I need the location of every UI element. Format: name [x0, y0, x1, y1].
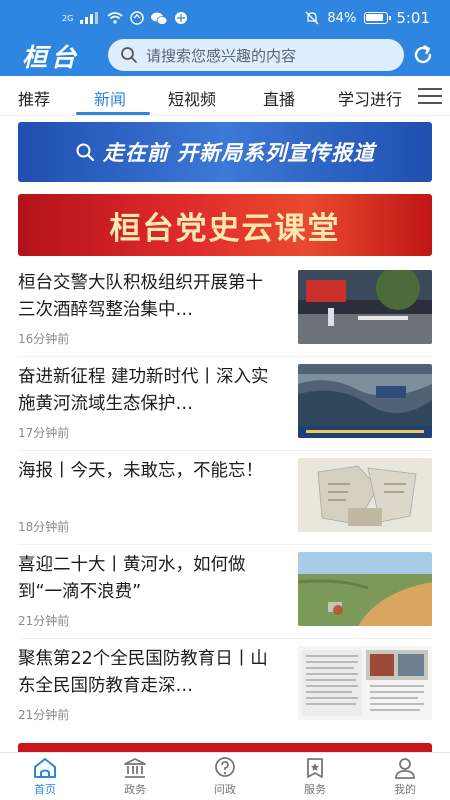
signal-icon	[80, 12, 99, 24]
channel-tabs: 推荐 新闻 短视频 直播 学习进行	[0, 76, 450, 116]
news-time: 16分钟前	[18, 332, 70, 346]
battery-percent: 84%	[327, 10, 357, 26]
news-item[interactable]: 聚焦第22个全民国防教育日丨山东全民国防教育走深… 21分钟前	[0, 646, 450, 740]
app-notification-icon	[130, 11, 144, 25]
nav-inquiry-label: 问政	[214, 783, 236, 796]
nav-home[interactable]: 首页	[15, 756, 75, 797]
nav-service[interactable]: 服务	[285, 756, 345, 797]
campaign-banner-text: 走在前 开新局系列宣传报道	[102, 141, 376, 165]
battery-icon	[364, 12, 392, 24]
tab-recommend[interactable]: 推荐	[18, 86, 50, 110]
news-title: 喜迎二十大丨黄河水，如何做到“一滴不浪费”	[18, 555, 246, 602]
news-item[interactable]: 奋进新征程 建功新时代丨深入实施黄河流域生态保护… 17分钟前	[0, 364, 450, 458]
wifi-icon	[107, 12, 123, 24]
status-bar: 2G 84% 5:01	[0, 0, 450, 36]
browser-icon	[175, 12, 188, 24]
refresh-icon[interactable]	[410, 42, 436, 68]
nav-profile[interactable]: 我的	[375, 756, 435, 797]
news-item[interactable]: 桓台交警大队积极组织开展第十三次酒醉驾整治集中… 16分钟前	[0, 270, 450, 364]
search-placeholder: 请搜索您感兴趣的内容	[146, 46, 297, 65]
nav-government[interactable]: 政务	[105, 756, 165, 797]
next-banner-peek	[18, 743, 432, 752]
nav-government-label: 政务	[124, 783, 146, 796]
news-time: 21分钟前	[18, 708, 70, 722]
news-thumbnail	[298, 552, 432, 626]
search-icon	[121, 47, 137, 63]
home-icon	[34, 758, 56, 778]
divider	[18, 450, 432, 451]
news-time: 18分钟前	[18, 520, 70, 534]
news-thumbnail	[298, 646, 432, 720]
nav-service-label: 服务	[304, 783, 326, 796]
party-history-banner[interactable]: 桓台党史云课堂	[18, 194, 432, 256]
news-thumbnail	[298, 458, 432, 532]
party-history-banner-text: 桓台党史云课堂	[109, 210, 341, 247]
news-item[interactable]: 海报丨今天，未敢忘，不能忘！ 18分钟前	[0, 458, 450, 552]
news-title: 聚焦第22个全民国防教育日丨山东全民国防教育走深…	[18, 649, 268, 696]
wechat-icon	[151, 12, 168, 25]
network-label: 2G	[62, 13, 74, 23]
search-input[interactable]: 请搜索您感兴趣的内容	[108, 39, 404, 71]
service-star-icon	[307, 758, 323, 778]
clock: 5:01	[396, 9, 430, 27]
app-header: 桓台 请搜索您感兴趣的内容	[0, 36, 450, 76]
campaign-banner[interactable]: 走在前 开新局系列宣传报道	[18, 122, 432, 182]
active-tab-indicator	[76, 112, 150, 115]
government-icon	[124, 758, 146, 778]
news-title: 海报丨今天，未敢忘，不能忘！	[18, 461, 263, 481]
question-icon	[215, 757, 235, 777]
bottom-nav: 首页 政务 问政 服务 我的	[0, 752, 450, 800]
top-bar: 2G 84% 5:01 桓台 请搜索您感兴趣的内容	[0, 0, 450, 76]
tab-news[interactable]: 新闻	[94, 86, 126, 110]
search-icon	[76, 143, 94, 162]
news-time: 17分钟前	[18, 426, 70, 440]
divider	[18, 638, 432, 639]
app-logo[interactable]: 桓台	[22, 38, 80, 74]
nav-inquiry[interactable]: 问政	[195, 756, 255, 797]
tab-live[interactable]: 直播	[263, 86, 295, 110]
news-time: 21分钟前	[18, 614, 70, 628]
news-title: 桓台交警大队积极组织开展第十三次酒醉驾整治集中…	[18, 273, 263, 320]
divider	[18, 544, 432, 545]
tab-short-video[interactable]: 短视频	[168, 86, 216, 110]
mute-icon	[305, 11, 319, 25]
news-thumbnail	[298, 364, 432, 438]
nav-home-label: 首页	[34, 783, 56, 796]
news-thumbnail	[298, 270, 432, 344]
news-item[interactable]: 喜迎二十大丨黄河水，如何做到“一滴不浪费” 21分钟前	[0, 552, 450, 646]
user-icon	[395, 758, 415, 779]
channel-menu-icon[interactable]	[418, 88, 442, 106]
divider	[18, 356, 432, 357]
news-title: 奋进新征程 建功新时代丨深入实施黄河流域生态保护…	[18, 367, 269, 414]
nav-profile-label: 我的	[394, 783, 416, 796]
tab-study[interactable]: 学习进行	[338, 86, 402, 110]
